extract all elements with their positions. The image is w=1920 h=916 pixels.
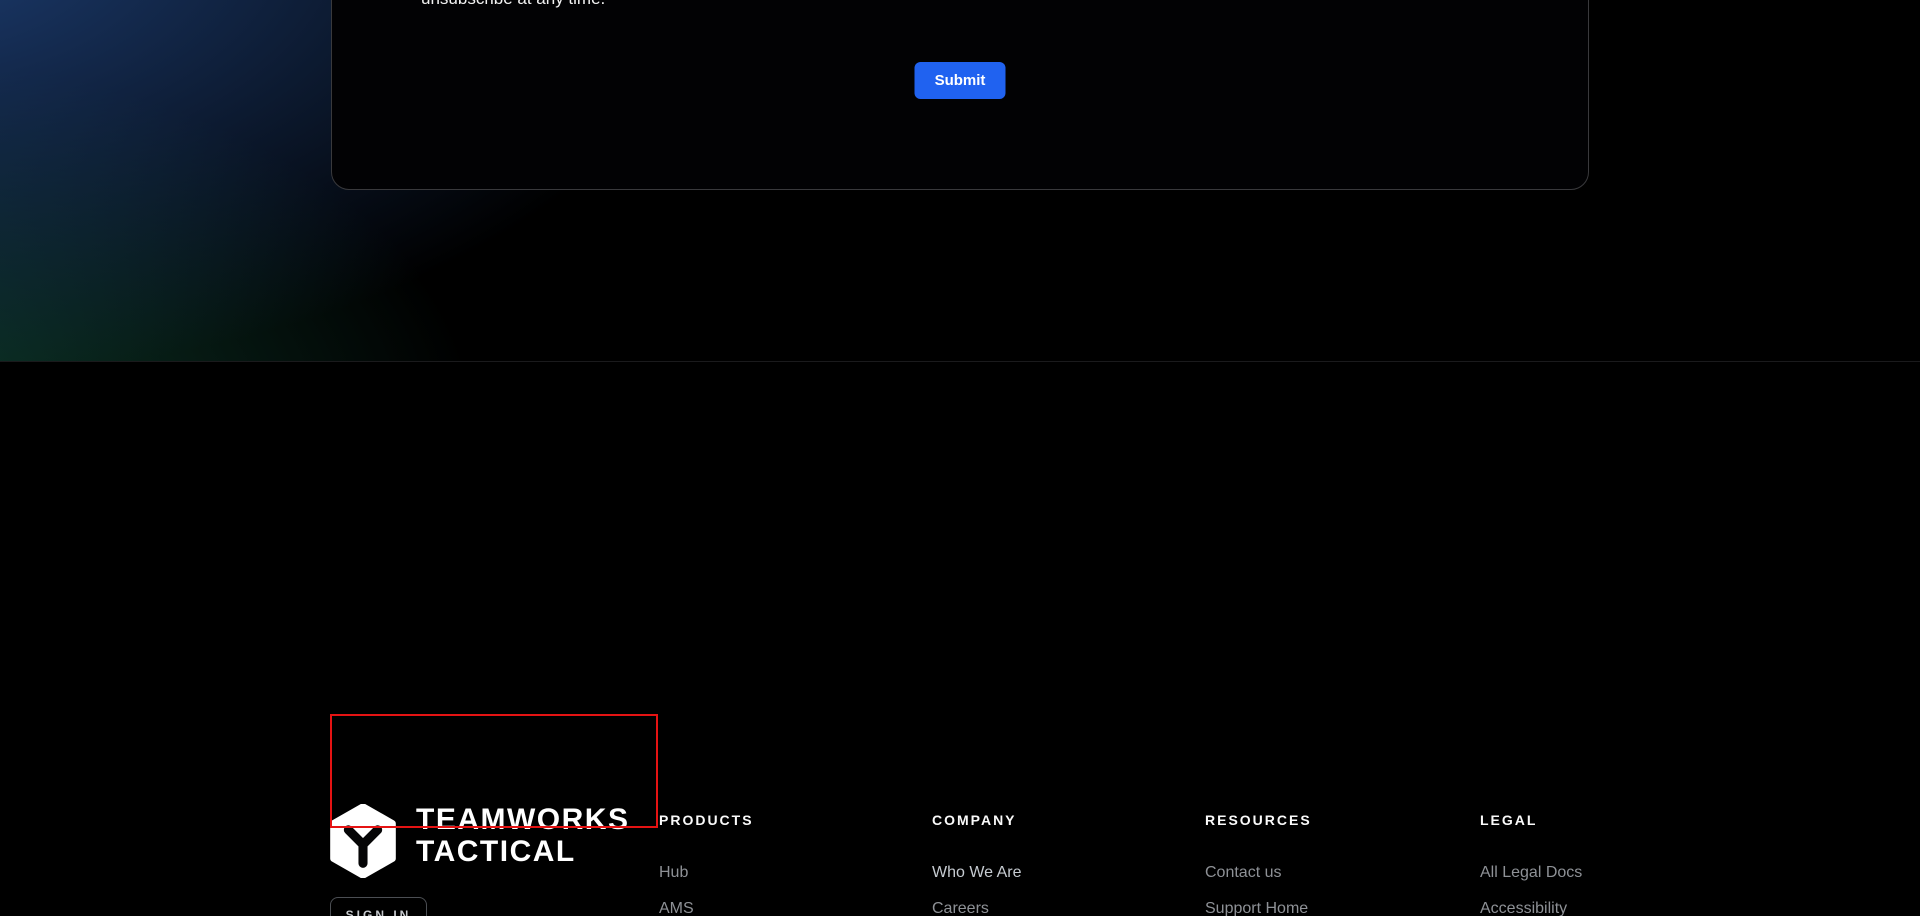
column-heading: LEGAL — [1480, 812, 1730, 828]
footer: TEAMWORKS TACTICAL SIGN IN (202) 875-893… — [0, 361, 1920, 916]
teamworks-hexagon-icon — [328, 804, 398, 883]
newsletter-form-card: unsubscribe at any time. Submit — [331, 0, 1589, 190]
footer-link-ams[interactable]: AMS — [659, 900, 909, 916]
brand-logo[interactable]: TEAMWORKS TACTICAL — [328, 804, 629, 883]
footer-link-hub[interactable]: Hub — [659, 864, 909, 882]
footer-link-accessibility[interactable]: Accessibility — [1480, 900, 1730, 916]
footer-link-support-home[interactable]: Support Home — [1205, 900, 1455, 916]
sign-in-button[interactable]: SIGN IN — [330, 897, 427, 916]
footer-link-who-we-are[interactable]: Who We Are — [932, 864, 1182, 882]
footer-column-company: COMPANY Who We Are Careers — [932, 812, 1182, 916]
footer-link-contact-us[interactable]: Contact us — [1205, 864, 1455, 882]
brand-line1: TEAMWORKS — [416, 804, 629, 836]
brand-wordmark: TEAMWORKS TACTICAL — [416, 804, 629, 868]
footer-column-legal: LEGAL All Legal Docs Accessibility Priva… — [1480, 812, 1730, 916]
brand-line2: TACTICAL — [416, 836, 629, 868]
footer-link-all-legal-docs[interactable]: All Legal Docs — [1480, 864, 1730, 882]
unsubscribe-note: unsubscribe at any time. — [421, 0, 605, 9]
footer-link-careers[interactable]: Careers — [932, 900, 1182, 916]
footer-column-resources: RESOURCES Contact us Support Home Learni… — [1205, 812, 1455, 916]
footer-column-products: PRODUCTS Hub AMS Nutrition — [659, 812, 909, 916]
page: unsubscribe at any time. Submit TEAMWORK… — [0, 0, 1920, 916]
submit-button[interactable]: Submit — [915, 62, 1006, 99]
column-heading: COMPANY — [932, 812, 1182, 828]
column-heading: PRODUCTS — [659, 812, 909, 828]
column-heading: RESOURCES — [1205, 812, 1455, 828]
hero-section: unsubscribe at any time. Submit — [0, 0, 1920, 361]
